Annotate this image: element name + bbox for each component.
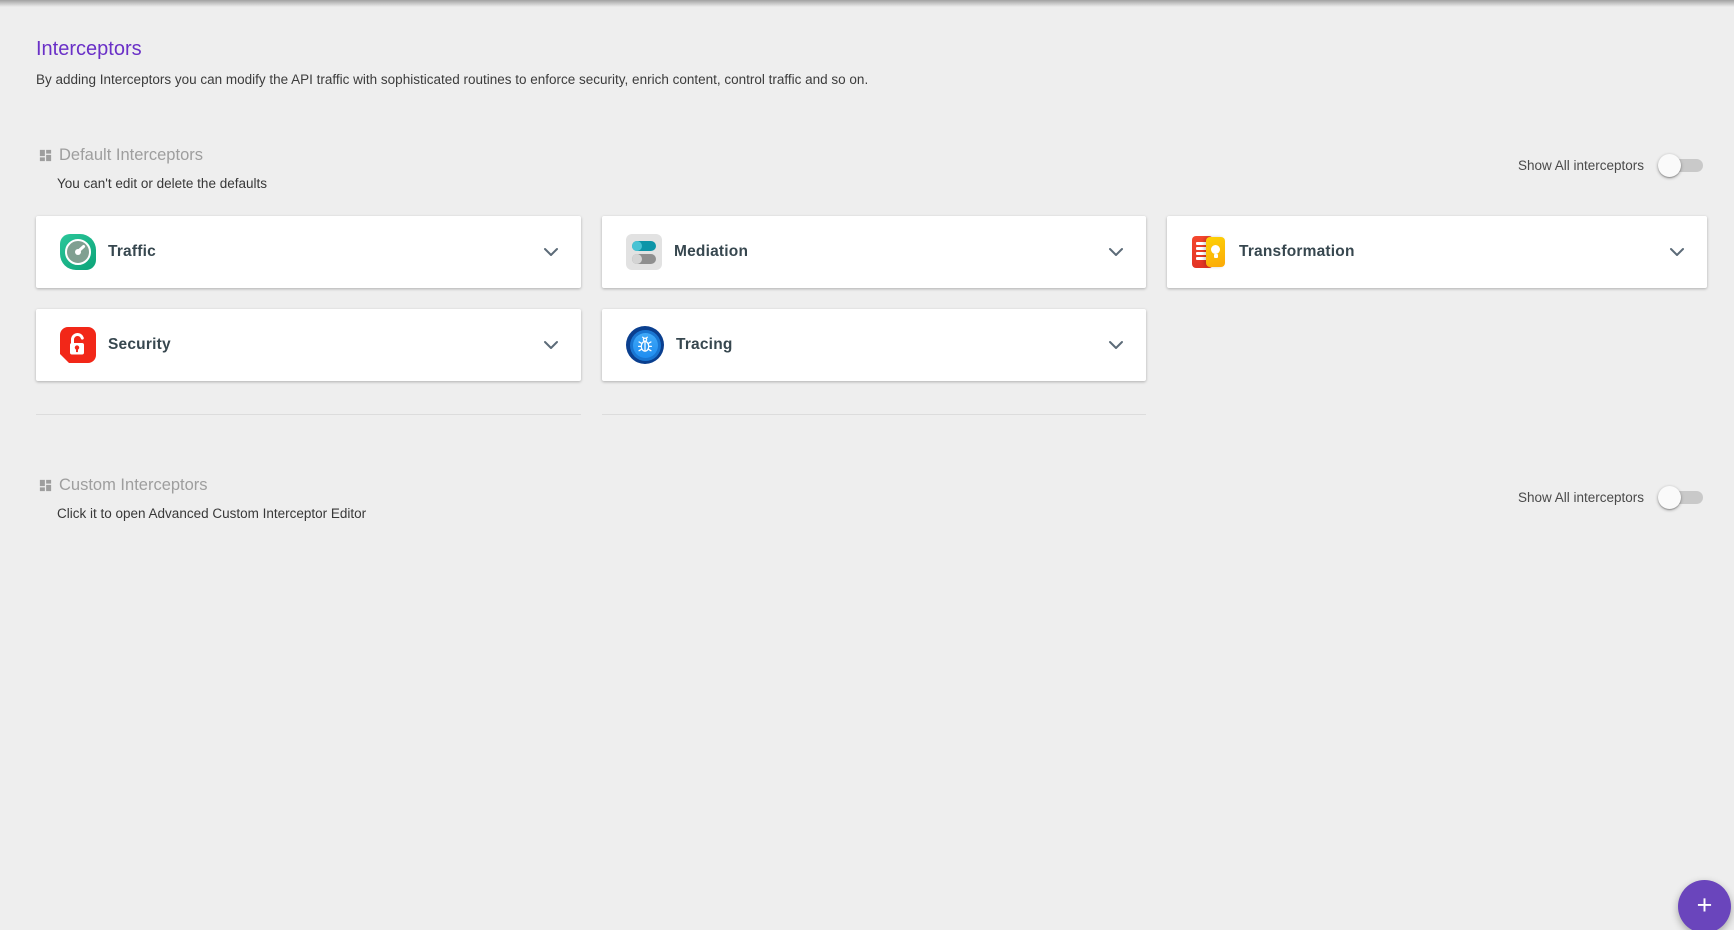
card-tracing[interactable]: Tracing <box>602 309 1146 381</box>
card-transformation[interactable]: Transformation <box>1167 216 1707 288</box>
show-all-interceptors-toggle[interactable] <box>1658 154 1703 177</box>
interceptors-page: Interceptors By adding Interceptors you … <box>0 0 1734 930</box>
top-toolbar-shadow <box>0 0 1734 7</box>
card-label: Traffic <box>108 243 156 261</box>
default-interceptors-subtitle: You can't edit or delete the defaults <box>57 176 267 191</box>
plus-icon: + <box>1697 892 1713 919</box>
security-lock-icon <box>60 327 96 363</box>
mediation-toggles-icon <box>626 234 662 270</box>
default-interceptors-title: Default Interceptors <box>59 146 203 165</box>
default-interceptors-grid: Traffic Mediation <box>36 216 1707 381</box>
custom-interceptors-header: Custom Interceptors <box>38 476 208 495</box>
page-description: By adding Interceptors you can modify th… <box>36 72 868 87</box>
card-label: Transformation <box>1239 243 1355 261</box>
custom-interceptors-title: Custom Interceptors <box>59 476 208 495</box>
default-show-all-row: Show All interceptors <box>1518 154 1703 177</box>
card-mediation[interactable]: Mediation <box>602 216 1146 288</box>
chevron-down-icon[interactable] <box>1108 340 1124 350</box>
show-all-interceptors-label: Show All interceptors <box>1518 490 1644 505</box>
column-divider <box>36 414 581 415</box>
chevron-down-icon[interactable] <box>1108 247 1124 257</box>
toggle-knob[interactable] <box>1658 486 1681 509</box>
chevron-down-icon[interactable] <box>543 340 559 350</box>
custom-interceptors-subtitle: Click it to open Advanced Custom Interce… <box>57 506 366 521</box>
card-label: Mediation <box>674 243 748 261</box>
toggle-knob[interactable] <box>1658 154 1681 177</box>
default-interceptors-header: Default Interceptors <box>38 146 203 165</box>
card-label: Tracing <box>676 336 733 354</box>
grid-icon <box>38 478 53 493</box>
card-label: Security <box>108 336 171 354</box>
traffic-gauge-icon <box>60 234 96 270</box>
chevron-down-icon[interactable] <box>1669 247 1685 257</box>
add-interceptor-fab[interactable]: + <box>1678 880 1731 930</box>
transformation-notes-icon <box>1191 234 1227 270</box>
custom-show-all-row: Show All interceptors <box>1518 486 1703 509</box>
chevron-down-icon[interactable] <box>543 247 559 257</box>
tracing-bug-icon <box>626 326 664 364</box>
show-all-interceptors-toggle[interactable] <box>1658 486 1703 509</box>
column-divider <box>602 414 1146 415</box>
card-security[interactable]: Security <box>36 309 581 381</box>
grid-icon <box>38 148 53 163</box>
page-title: Interceptors <box>36 38 142 61</box>
card-traffic[interactable]: Traffic <box>36 216 581 288</box>
show-all-interceptors-label: Show All interceptors <box>1518 158 1644 173</box>
